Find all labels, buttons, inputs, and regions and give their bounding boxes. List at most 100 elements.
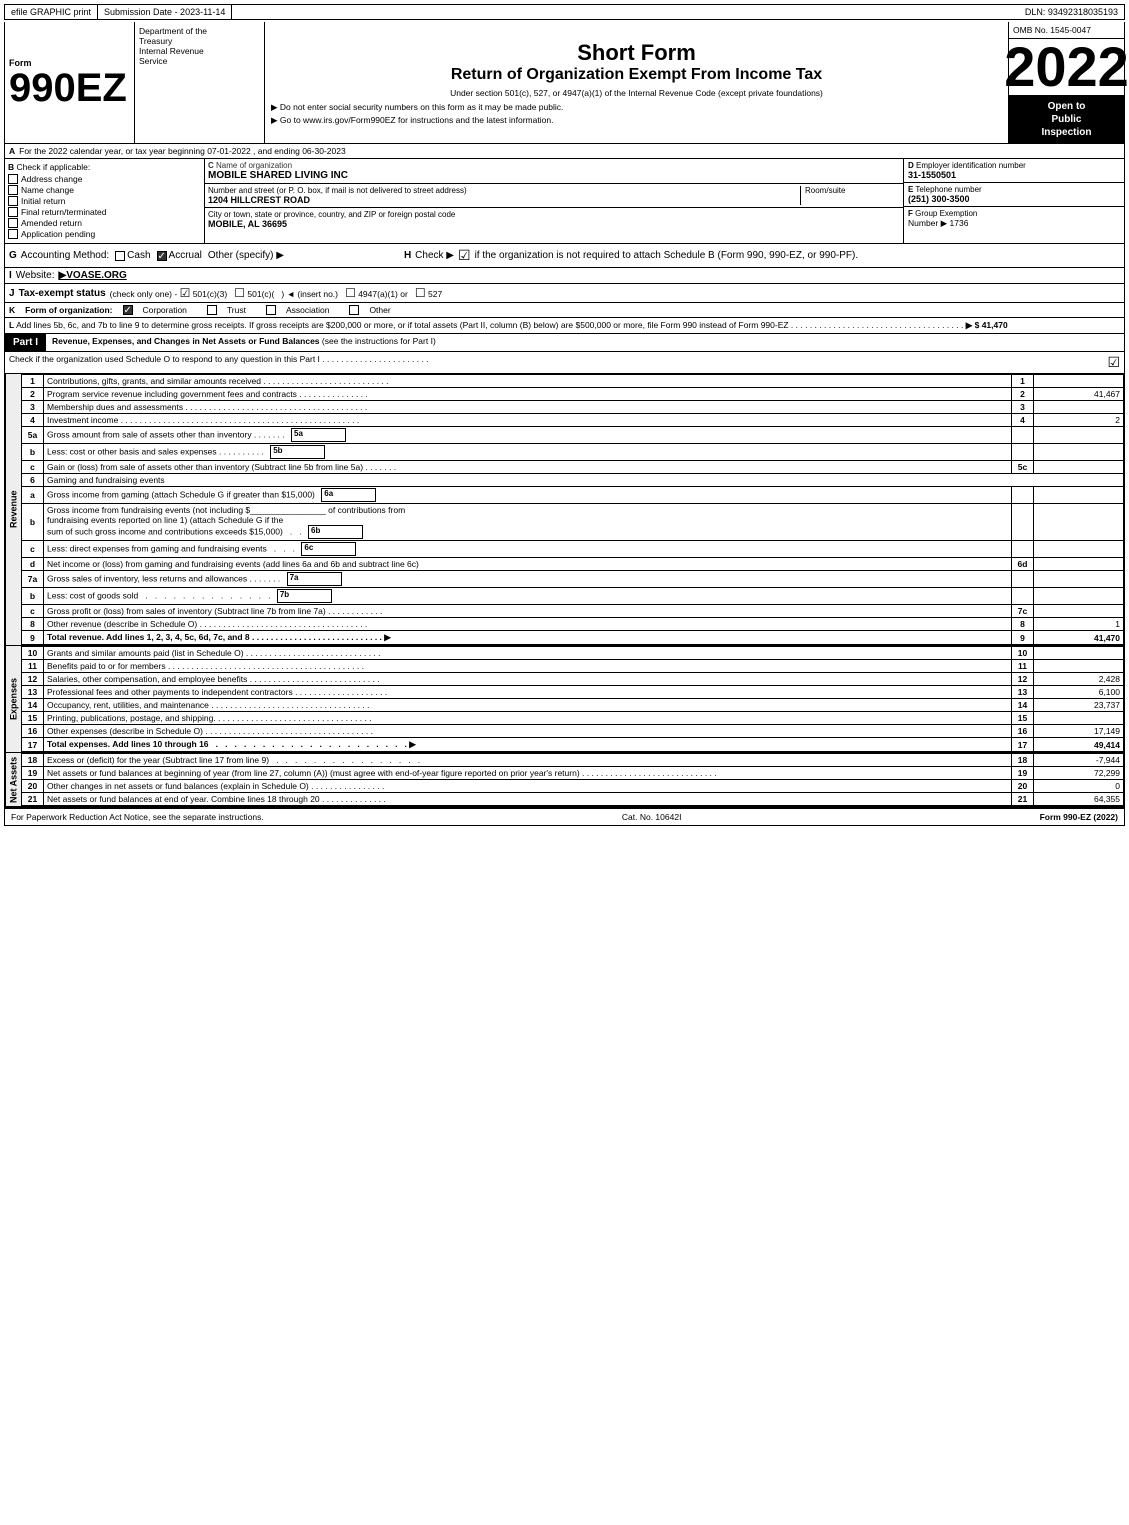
line-7b-ref xyxy=(1012,588,1034,605)
line-6c-desc: Less: direct expenses from gaming and fu… xyxy=(44,541,1012,558)
dept-info: Department of the Treasury Internal Reve… xyxy=(135,22,265,143)
b-label: B xyxy=(8,162,14,172)
line-14-num: 14 xyxy=(22,699,44,712)
revenue-table: 1 Contributions, gifts, grants, and simi… xyxy=(21,374,1124,645)
table-row: 18 Excess or (deficit) for the year (Sub… xyxy=(22,754,1124,767)
part-i-header: Part I Revenue, Expenses, and Changes in… xyxy=(4,334,1125,352)
line-4-desc: Investment income . . . . . . . . . . . … xyxy=(44,414,1012,427)
k-title: Form of organization: xyxy=(25,305,112,315)
part-i-check-note: Check if the organization used Schedule … xyxy=(4,352,1125,374)
k-other: Other xyxy=(369,305,390,315)
line-20-num: 20 xyxy=(22,780,44,793)
line-11-num: 11 xyxy=(22,660,44,673)
cb-application-pending-box xyxy=(8,229,18,239)
ein: 31-1550501 xyxy=(908,170,1120,180)
line-6d-val xyxy=(1034,558,1124,571)
table-row: 16 Other expenses (describe in Schedule … xyxy=(22,725,1124,738)
cb-final-return[interactable]: Final return/terminated xyxy=(8,207,201,217)
footer: For Paperwork Reduction Act Notice, see … xyxy=(4,807,1125,826)
line-7a-ref xyxy=(1012,571,1034,588)
cb-cash[interactable] xyxy=(115,251,125,261)
cb-final-return-box xyxy=(8,207,18,217)
cb-application-pending[interactable]: Application pending xyxy=(8,229,201,239)
l-label: L xyxy=(9,320,14,330)
line-17-ref: 17 xyxy=(1012,738,1034,752)
revenue-side-label: Revenue xyxy=(5,374,21,645)
cb-address-change-label: Address change xyxy=(21,174,82,184)
line-18-desc: Excess or (deficit) for the year (Subtra… xyxy=(44,754,1012,767)
part-i-title: Revenue, Expenses, and Changes in Net As… xyxy=(46,334,1124,351)
table-row: 21 Net assets or fund balances at end of… xyxy=(22,793,1124,806)
cb-corp[interactable]: ✓ xyxy=(123,305,133,315)
phone: (251) 300-3500 xyxy=(908,194,1120,204)
line-7a-val xyxy=(1034,571,1124,588)
line-16-num: 16 xyxy=(22,725,44,738)
line-1-ref: 1 xyxy=(1012,375,1034,388)
efile-label: efile GRAPHIC print xyxy=(5,5,98,19)
cb-accrual[interactable]: ✓ xyxy=(157,251,167,261)
line-5a-ref xyxy=(1012,427,1034,444)
line-19-val: 72,299 xyxy=(1034,767,1124,780)
page: efile GRAPHIC print Submission Date - 20… xyxy=(0,0,1129,830)
table-row: b Less: cost of goods sold . . . . . . .… xyxy=(22,588,1124,605)
cb-name-change-box xyxy=(8,185,18,195)
j-row: J Tax-exempt status (check only one) - ☑… xyxy=(4,284,1125,303)
line-5c-val xyxy=(1034,461,1124,474)
line-17-num: 17 xyxy=(22,738,44,752)
cb-address-change[interactable]: Address change xyxy=(8,174,201,184)
line-11-val xyxy=(1034,660,1124,673)
line-2-num: 2 xyxy=(22,388,44,401)
line-3-ref: 3 xyxy=(1012,401,1034,414)
line-6a-val xyxy=(1034,487,1124,504)
table-row: 1 Contributions, gifts, grants, and simi… xyxy=(22,375,1124,388)
dln: DLN: 93492318035193 xyxy=(1019,5,1124,19)
line-9-num: 9 xyxy=(22,631,44,645)
cb-trust[interactable] xyxy=(207,305,217,315)
table-row: 12 Salaries, other compensation, and emp… xyxy=(22,673,1124,686)
table-row: 15 Printing, publications, postage, and … xyxy=(22,712,1124,725)
line-7a-desc: Gross sales of inventory, less returns a… xyxy=(44,571,1012,588)
form-number: 990EZ xyxy=(9,68,130,108)
line-7c-val xyxy=(1034,605,1124,618)
line-16-desc: Other expenses (describe in Schedule O) … xyxy=(44,725,1012,738)
line-6a-desc: Gross income from gaming (attach Schedul… xyxy=(44,487,1012,504)
footer-cat: Cat. No. 10642I xyxy=(622,812,682,822)
net-assets-section: Net Assets 18 Excess or (deficit) for th… xyxy=(4,753,1125,807)
cb-initial-return-box xyxy=(8,196,18,206)
def-section: D Employer identification number 31-1550… xyxy=(904,159,1124,243)
org-name: MOBILE SHARED LIVING INC xyxy=(208,170,900,181)
table-row: d Net income or (loss) from gaming and f… xyxy=(22,558,1124,571)
line-7c-desc: Gross profit or (loss) from sales of inv… xyxy=(44,605,1012,618)
cb-amended-return[interactable]: Amended return xyxy=(8,218,201,228)
i-row: I Website: ▶VOASE.ORG xyxy=(4,268,1125,284)
line-3-num: 3 xyxy=(22,401,44,414)
line-3-val xyxy=(1034,401,1124,414)
top-bar: efile GRAPHIC print Submission Date - 20… xyxy=(4,4,1125,20)
line-18-ref: 18 xyxy=(1012,754,1034,767)
cb-assoc[interactable] xyxy=(266,305,276,315)
line-5c-desc: Gain or (loss) from sale of assets other… xyxy=(44,461,1012,474)
line-6c-ref xyxy=(1012,541,1034,558)
line-7b-val xyxy=(1034,588,1124,605)
line-5a-num: 5a xyxy=(22,427,44,444)
bcde-row: B Check if applicable: Address change Na… xyxy=(4,159,1125,244)
i-url[interactable]: ▶VOASE.ORG xyxy=(59,270,127,281)
g-accrual: Accrual xyxy=(169,250,202,261)
line-7a-num: 7a xyxy=(22,571,44,588)
cb-initial-return[interactable]: Initial return xyxy=(8,196,201,206)
section-a-text: For the 2022 calendar year, or tax year … xyxy=(19,146,346,156)
cb-name-change[interactable]: Name change xyxy=(8,185,201,195)
line-5a-desc: Gross amount from sale of assets other t… xyxy=(44,427,1012,444)
line-5b-ref xyxy=(1012,444,1034,461)
footer-left: For Paperwork Reduction Act Notice, see … xyxy=(11,812,264,822)
line-5c-num: c xyxy=(22,461,44,474)
line-21-num: 21 xyxy=(22,793,44,806)
cb-other-org[interactable] xyxy=(349,305,359,315)
expenses-table: 10 Grants and similar amounts paid (list… xyxy=(21,646,1124,752)
line-6d-desc: Net income or (loss) from gaming and fun… xyxy=(44,558,1012,571)
table-row: c Gain or (loss) from sale of assets oth… xyxy=(22,461,1124,474)
line-11-desc: Benefits paid to or for members . . . . … xyxy=(44,660,1012,673)
line-12-num: 12 xyxy=(22,673,44,686)
line-18-num: 18 xyxy=(22,754,44,767)
line-6-num: 6 xyxy=(22,474,44,487)
